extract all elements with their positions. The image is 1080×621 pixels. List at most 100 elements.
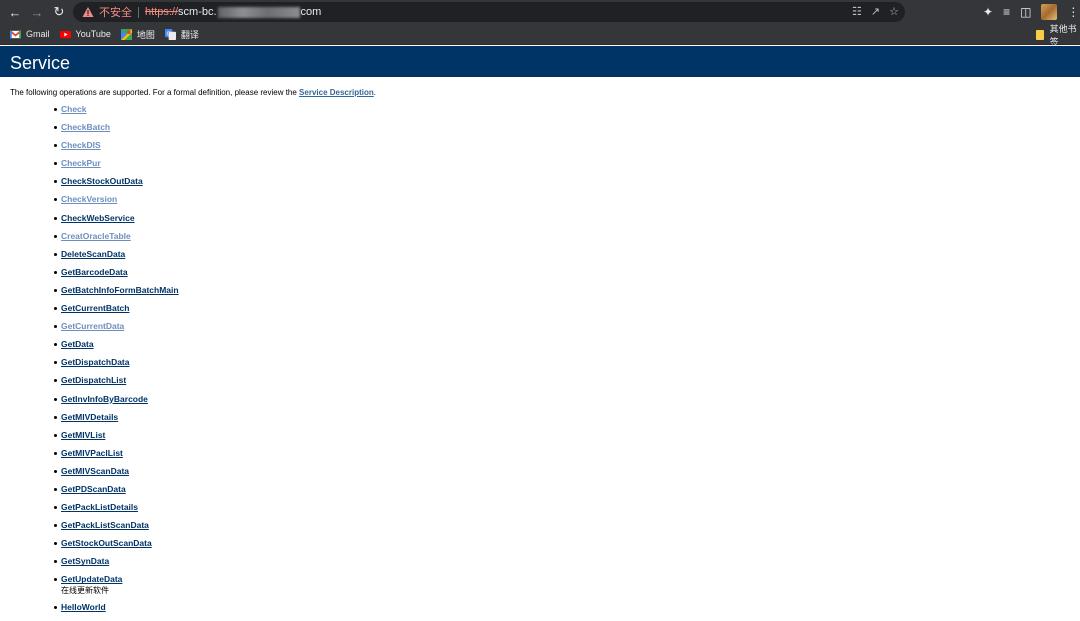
youtube-icon [59,30,71,38]
operation-link[interactable]: GetUpdateData [61,574,122,584]
translate-icon: G [164,28,176,40]
operation-link[interactable]: GetCurrentBatch [61,303,129,313]
operation-item: GetUpdateData 在线更新软件 [54,574,1080,602]
operation-link[interactable]: CheckVersion [61,194,117,204]
translate-page-icon[interactable]: ☷ [852,5,862,19]
operation-link[interactable]: CreatOracleTable [61,231,131,241]
operation-link[interactable]: GetBarcodeData [61,267,128,277]
operation-item: CheckBatch [54,122,1080,140]
menu-kebab-icon[interactable]: ⋮ [1067,5,1079,19]
operation-link[interactable]: DeleteScanData [61,249,125,259]
operation-item: GetMIVDetails [54,412,1080,430]
operation-link[interactable]: CheckBatch [61,122,110,132]
operation-item: GetCurrentData [54,321,1080,339]
intro-period: . [373,88,376,97]
operation-link[interactable]: GetInvInfoByBarcode [61,394,148,404]
back-arrow-icon[interactable]: ← [4,0,26,24]
bookmark-label: 地图 [136,29,155,40]
redacted-url-segment [217,6,300,18]
other-bookmarks[interactable]: 其他书签 [1036,23,1080,47]
operation-item: GetPDScanData [54,484,1080,502]
bookmark-maps[interactable]: 地图 [120,24,155,45]
url-host-start: scm-bc. [178,6,217,18]
url-scheme: https:// [145,6,179,18]
side-panel-icon[interactable]: ◫ [1020,5,1031,19]
operation-link[interactable]: GetData [61,339,94,349]
operation-item: GetCurrentBatch [54,303,1080,321]
operation-link[interactable]: GetMIVDetails [61,412,118,422]
operation-link[interactable]: GetMIVPaclList [61,448,123,458]
page-title: Service [0,46,1080,77]
operation-item: GetPackListDetails [54,502,1080,520]
operation-item: GetMIVPaclList [54,448,1080,466]
operation-link[interactable]: CheckDIS [61,140,101,150]
bookmarks-bar: Gmail YouTube 地图 G 翻译 其他书签 [0,23,1080,47]
operation-item: GetBatchInfoFormBatchMain [54,285,1080,303]
operation-link[interactable]: GetMIVList [61,430,105,440]
bookmark-gmail[interactable]: Gmail [10,24,50,45]
browser-toolbar: ← → ↻ 不安全 https:// scm-bc. com ☷ ↗ ☆ ✦ ≡… [0,0,1080,24]
bookmark-translate[interactable]: G 翻译 [164,24,199,45]
profile-avatar[interactable] [1041,4,1058,20]
operation-link[interactable]: GetBatchInfoFormBatchMain [61,285,179,295]
operation-item: CheckDIS [54,140,1080,158]
operation-item: CheckWebService [54,213,1080,231]
operation-link[interactable]: GetSynData [61,556,109,566]
operation-link[interactable]: GetCurrentData [61,321,124,331]
operation-item: GetMIVScanData [54,466,1080,484]
operation-link[interactable]: GetPackListScanData [61,520,149,530]
intro-text: The following operations are supported. … [0,88,1080,97]
operation-item: GetBarcodeData [54,267,1080,285]
intro-sentence: The following operations are supported. … [10,88,300,97]
bookmark-star-icon[interactable]: ☆ [889,5,899,19]
folder-icon [1036,29,1044,40]
operation-item: GetDispatchData [54,357,1080,375]
warning-icon [82,7,94,17]
bookmark-label: YouTube [75,29,111,39]
operation-link[interactable]: CheckStockOutData [61,176,143,186]
operations-list: Check CheckBatch CheckDIS CheckPur CheckStoc… [54,104,1080,621]
operation-item: GetInvInfoByBarcode [54,394,1080,412]
operation-item: Check [54,104,1080,122]
operation-item: HelloWorld [54,602,1080,620]
bookmark-label: Gmail [26,29,50,39]
gmail-icon [10,29,21,38]
url-host-end: com [300,6,322,18]
operation-link[interactable]: GetDispatchList [61,375,126,385]
share-icon[interactable]: ↗ [871,5,880,19]
operation-description: 在线更新软件 [61,586,109,596]
address-separator [138,6,139,18]
operation-item: CheckVersion [54,194,1080,212]
operation-link[interactable]: GetStockOutScanData [61,538,152,548]
reading-list-icon[interactable]: ≡ [1003,5,1010,19]
page-content: Service The following operations are sup… [0,46,1080,621]
svg-text:G: G [166,31,170,37]
service-description-link[interactable]: Service Description [299,88,374,97]
not-secure-label[interactable]: 不安全 [99,4,132,20]
operation-link[interactable]: GetPDScanData [61,484,126,494]
operation-item: GetMIVList [54,430,1080,448]
maps-icon [120,28,132,40]
bookmark-label: 翻译 [180,29,199,40]
other-bookmarks-label: 其他书签 [1049,23,1077,47]
operation-item: GetDispatchList [54,375,1080,393]
operation-item: GetStockOutScanData [54,538,1080,556]
bookmark-youtube[interactable]: YouTube [59,24,111,45]
operation-link[interactable]: CheckWebService [61,213,135,223]
operation-link[interactable]: Check [61,104,87,114]
operation-item: GetData [54,339,1080,357]
operation-item: GetPackListScanData [54,520,1080,538]
operation-link[interactable]: GetMIVScanData [61,466,129,476]
operation-link[interactable]: GetDispatchData [61,357,130,367]
operation-link[interactable]: CheckPur [61,158,101,168]
forward-arrow-icon[interactable]: → [26,0,48,24]
operation-item: DeleteScanData [54,249,1080,267]
address-bar[interactable]: 不安全 https:// scm-bc. com ☷ ↗ ☆ [73,2,905,22]
extensions-puzzle-icon[interactable]: ✦ [983,5,993,19]
operation-item: GetSynData [54,556,1080,574]
operation-item: CheckPur [54,158,1080,176]
operation-link[interactable]: HelloWorld [61,602,106,612]
operation-item: CheckStockOutData [54,176,1080,194]
operation-link[interactable]: GetPackListDetails [61,502,138,512]
reload-icon[interactable]: ↻ [48,0,70,24]
